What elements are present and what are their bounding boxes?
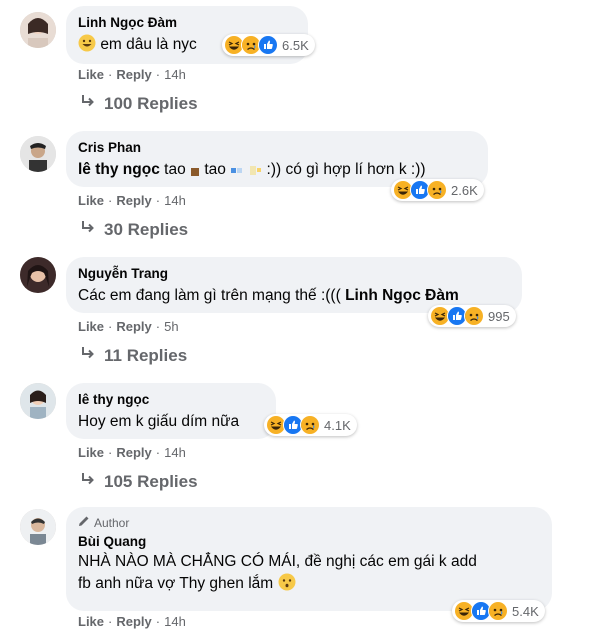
reaction-count: 2.6K	[451, 182, 478, 198]
comment-actions: Like · Reply · 14h	[78, 614, 186, 629]
like-button[interactable]: Like	[78, 67, 104, 82]
silent-face-emoji-icon	[278, 573, 296, 598]
timestamp[interactable]: 14h	[164, 614, 186, 629]
reaction-count: 995	[488, 308, 510, 324]
commenter-name[interactable]: lê thy ngọc	[78, 391, 264, 409]
like-button[interactable]: Like	[78, 445, 104, 460]
comment-text: Hoy em k giấu dím nữa	[78, 413, 240, 430]
reply-button[interactable]: Reply	[116, 614, 151, 629]
replies-label[interactable]: 30 Replies	[104, 219, 188, 241]
sad-icon	[300, 415, 320, 435]
reply-button[interactable]: Reply	[116, 319, 151, 334]
commenter-name[interactable]: Cris Phan	[78, 139, 476, 157]
sad-icon	[427, 180, 447, 200]
reply-button[interactable]: Reply	[116, 445, 151, 460]
avatar[interactable]	[20, 383, 56, 419]
reply-arrow-icon	[80, 93, 96, 115]
avatar[interactable]	[20, 12, 56, 48]
reaction-count: 6.5K	[282, 37, 309, 53]
commenter-name[interactable]: Linh Ngọc Đàm	[78, 14, 296, 32]
view-replies[interactable]: 11 Replies	[80, 345, 187, 367]
comment-actions: Like · Reply · 5h	[78, 319, 179, 334]
reply-button[interactable]: Reply	[116, 193, 151, 208]
mention-link[interactable]: Linh Ngọc Đàm	[345, 287, 459, 304]
replies-label[interactable]: 100 Replies	[104, 93, 198, 115]
avatar[interactable]	[20, 136, 56, 172]
reaction-summary[interactable]: 5.4K	[452, 600, 545, 622]
commenter-name[interactable]: Nguyễn Trang	[78, 265, 510, 283]
author-badge: Author	[78, 515, 540, 531]
comment-bubble: lê thy ngọc Hoy em k giấu dím nữa	[66, 383, 276, 439]
comment-actions: Like · Reply · 14h	[78, 67, 186, 82]
reaction-summary[interactable]: 4.1K	[264, 414, 357, 436]
timestamp[interactable]: 14h	[164, 193, 186, 208]
comment-bubble: Author Bùi Quang NHÀ NÀO MÀ CHẲNG CÓ MÁI…	[66, 507, 552, 611]
replies-label[interactable]: 11 Replies	[104, 345, 187, 367]
grin-emoji-icon	[78, 34, 96, 59]
reply-arrow-icon	[80, 471, 96, 493]
reply-button[interactable]: Reply	[116, 67, 151, 82]
reaction-summary[interactable]: 995	[428, 305, 516, 327]
reaction-summary[interactable]: 6.5K	[222, 34, 315, 56]
reaction-count: 5.4K	[512, 603, 539, 619]
avatar[interactable]	[20, 257, 56, 293]
comment-text: NHÀ NÀO MÀ CHẲNG CÓ MÁI, đề nghị các em …	[78, 551, 540, 598]
like-button[interactable]: Like	[78, 614, 104, 629]
mention-link[interactable]: lê thy ngọc	[78, 161, 160, 178]
reaction-count: 4.1K	[324, 417, 351, 433]
comment-actions: Like · Reply · 14h	[78, 193, 186, 208]
sad-icon	[488, 601, 508, 621]
timestamp[interactable]: 14h	[164, 67, 186, 82]
like-icon	[258, 35, 278, 55]
reply-arrow-icon	[80, 219, 96, 241]
comment-text: Các em đang làm gì trên mạng thế :((( Li…	[78, 287, 459, 304]
view-replies[interactable]: 100 Replies	[80, 93, 198, 115]
reaction-summary[interactable]: 2.6K	[391, 179, 484, 201]
view-replies[interactable]: 105 Replies	[80, 471, 198, 493]
avatar[interactable]	[20, 509, 56, 545]
like-button[interactable]: Like	[78, 319, 104, 334]
commenter-name[interactable]: Bùi Quang	[78, 533, 540, 551]
sticker-emoji-icon	[230, 162, 262, 184]
timestamp[interactable]: 14h	[164, 445, 186, 460]
replies-label[interactable]: 105 Replies	[104, 471, 198, 493]
timestamp[interactable]: 5h	[164, 319, 178, 334]
pencil-icon	[78, 515, 90, 531]
sticker-emoji-icon	[190, 162, 200, 184]
sad-icon	[464, 306, 484, 326]
reply-arrow-icon	[80, 345, 96, 367]
comment-actions: Like · Reply · 14h	[78, 445, 186, 460]
like-button[interactable]: Like	[78, 193, 104, 208]
view-replies[interactable]: 30 Replies	[80, 219, 188, 241]
